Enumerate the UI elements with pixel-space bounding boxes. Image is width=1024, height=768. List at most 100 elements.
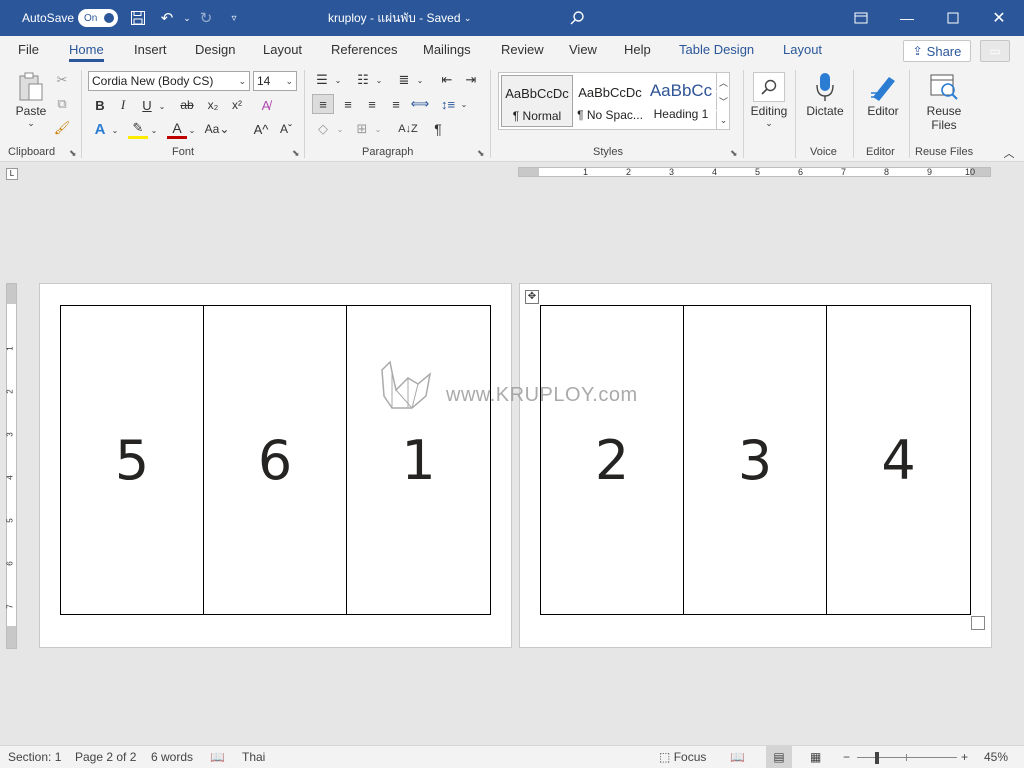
text-effects-dropdown-icon[interactable]: ⌄ bbox=[110, 122, 120, 138]
font-size-box[interactable]: 14 ⌄ bbox=[253, 71, 297, 91]
status-page[interactable]: Page 2 of 2 bbox=[75, 746, 136, 768]
undo-icon[interactable]: ↶ bbox=[157, 0, 177, 36]
read-mode-icon[interactable]: 📖 bbox=[730, 746, 745, 768]
increase-indent-icon[interactable]: ⇥ bbox=[461, 72, 481, 88]
borders-icon[interactable]: ⊞ bbox=[352, 119, 372, 139]
tab-mailings[interactable]: Mailings bbox=[423, 36, 471, 64]
bullets-dropdown-icon[interactable]: ⌄ bbox=[333, 73, 343, 87]
document-title[interactable]: kruploy - แผ่นพับ - Saved ⌄ bbox=[328, 0, 471, 36]
tab-insert[interactable]: Insert bbox=[134, 36, 167, 64]
redo-icon[interactable]: ↻ bbox=[196, 0, 216, 36]
table-move-handle-icon[interactable]: ✥ bbox=[525, 290, 539, 304]
comments-button[interactable]: ▭ bbox=[980, 40, 1010, 62]
table-cell[interactable]: 4 bbox=[827, 306, 970, 614]
editor-button[interactable]: Editor bbox=[860, 70, 906, 118]
paragraph-launcher-icon[interactable]: ⬊ bbox=[477, 148, 485, 159]
table-cell[interactable]: 5 bbox=[61, 306, 204, 614]
decrease-indent-icon[interactable]: ⇤ bbox=[437, 72, 457, 88]
multilevel-list-icon[interactable]: ≣ bbox=[394, 72, 414, 88]
borders-dropdown-icon[interactable]: ⌄ bbox=[373, 122, 383, 136]
maximize-icon[interactable] bbox=[930, 0, 976, 36]
highlight-dropdown-icon[interactable]: ⌄ bbox=[149, 122, 159, 138]
tab-selector[interactable]: L bbox=[6, 168, 18, 180]
font-launcher-icon[interactable]: ⬊ bbox=[292, 148, 300, 159]
italic-icon[interactable]: I bbox=[115, 96, 131, 114]
customize-toolbar-icon[interactable]: ▿ bbox=[224, 0, 244, 36]
styles-scroll-down-icon[interactable]: ﹀ bbox=[716, 92, 730, 110]
tab-review[interactable]: Review bbox=[501, 36, 544, 64]
paste-dropdown-icon[interactable]: ⌄ bbox=[12, 118, 50, 129]
shading-icon[interactable]: ◇ bbox=[312, 119, 334, 139]
reuse-files-button[interactable]: Reuse Files bbox=[918, 70, 970, 132]
align-center-icon[interactable]: ≡ bbox=[338, 94, 358, 114]
proofing-icon[interactable]: 📖 bbox=[210, 746, 225, 768]
document-page-1[interactable]: 5 6 1 bbox=[39, 283, 512, 648]
copy-icon[interactable]: ⧉ bbox=[54, 96, 70, 112]
superscript-icon[interactable]: x² bbox=[228, 96, 246, 114]
text-effects-icon[interactable]: A bbox=[90, 119, 110, 139]
subscript-icon[interactable]: x₂ bbox=[204, 96, 222, 114]
line-spacing-icon[interactable]: ↕≡ bbox=[438, 94, 458, 114]
ribbon-display-icon[interactable] bbox=[838, 0, 884, 36]
show-formatting-icon[interactable]: ¶ bbox=[429, 119, 447, 139]
vertical-ruler[interactable]: 1 2 3 4 5 6 7 bbox=[6, 283, 17, 649]
web-layout-icon[interactable]: ▦ bbox=[810, 746, 821, 768]
zoom-out-icon[interactable]: − bbox=[843, 746, 850, 768]
zoom-level[interactable]: 45% bbox=[984, 746, 1008, 768]
focus-button[interactable]: ⬚ Focus bbox=[659, 746, 706, 768]
align-left-icon[interactable]: ≡ bbox=[312, 94, 334, 114]
clipboard-launcher-icon[interactable]: ⬊ bbox=[69, 148, 77, 159]
table-cell[interactable]: 2 bbox=[541, 306, 684, 614]
undo-dropdown-icon[interactable]: ⌄ bbox=[177, 0, 197, 36]
grow-font-icon[interactable]: A^ bbox=[252, 120, 270, 138]
save-icon[interactable] bbox=[128, 0, 148, 36]
table-cell[interactable]: 6 bbox=[204, 306, 347, 614]
align-right-icon[interactable]: ≡ bbox=[362, 94, 382, 114]
tab-references[interactable]: References bbox=[331, 36, 397, 64]
change-case-icon[interactable]: Aa⌄ bbox=[205, 120, 230, 138]
brochure-table-page-2[interactable]: 2 3 4 bbox=[540, 305, 971, 615]
sort-icon[interactable]: A↓Z bbox=[397, 119, 419, 139]
zoom-slider[interactable] bbox=[857, 757, 957, 758]
font-color-icon[interactable]: A bbox=[167, 119, 187, 139]
zoom-in-icon[interactable]: + bbox=[961, 746, 968, 768]
share-button[interactable]: ⇪ Share bbox=[903, 40, 971, 62]
dictate-button[interactable]: Dictate bbox=[802, 70, 848, 118]
document-page-2[interactable]: 2 3 4 bbox=[519, 283, 992, 648]
tab-home[interactable]: Home bbox=[69, 36, 104, 64]
tab-table-design[interactable]: Table Design bbox=[679, 36, 754, 64]
tab-view[interactable]: View bbox=[569, 36, 597, 64]
table-resize-handle[interactable] bbox=[971, 616, 985, 630]
styles-more-icon[interactable]: ⌄ bbox=[716, 111, 730, 129]
shrink-font-icon[interactable]: Aˇ bbox=[277, 120, 295, 138]
numbering-dropdown-icon[interactable]: ⌄ bbox=[374, 73, 384, 87]
font-name-box[interactable]: Cordia New (Body CS) ⌄ bbox=[88, 71, 250, 91]
underline-dropdown-icon[interactable]: ⌄ bbox=[157, 98, 167, 114]
tab-layout[interactable]: Layout bbox=[263, 36, 302, 64]
status-language[interactable]: Thai bbox=[242, 746, 265, 768]
numbering-icon[interactable]: ☷ bbox=[353, 72, 373, 88]
cut-icon[interactable]: ✂ bbox=[54, 72, 70, 88]
styles-scroll-up-icon[interactable]: ︿ bbox=[716, 73, 730, 91]
brochure-table-page-1[interactable]: 5 6 1 bbox=[60, 305, 491, 615]
style-normal[interactable]: AaBbCcDc ¶ Normal bbox=[501, 75, 573, 127]
bullets-icon[interactable]: ☰ bbox=[312, 72, 332, 88]
close-icon[interactable]: ✕ bbox=[976, 0, 1022, 36]
horizontal-ruler[interactable]: 1 2 3 4 5 6 7 8 9 10 bbox=[518, 167, 991, 177]
paste-button[interactable]: Paste ⌄ bbox=[12, 70, 50, 129]
clear-formatting-icon[interactable]: A̸ bbox=[256, 96, 276, 114]
format-painter-icon[interactable]: 🖌 bbox=[54, 120, 71, 136]
bold-icon[interactable]: B bbox=[92, 96, 108, 114]
print-layout-icon[interactable]: ▤ bbox=[766, 746, 792, 768]
table-cell[interactable]: 3 bbox=[684, 306, 827, 614]
tab-design[interactable]: Design bbox=[195, 36, 235, 64]
minimize-icon[interactable]: — bbox=[884, 0, 930, 36]
underline-icon[interactable]: U bbox=[139, 96, 155, 114]
font-color-dropdown-icon[interactable]: ⌄ bbox=[187, 122, 197, 138]
style-no-spacing[interactable]: AaBbCcDc ¶ No Spac... bbox=[574, 75, 646, 127]
editing-button[interactable]: Editing ⌄ bbox=[749, 70, 789, 129]
status-words[interactable]: 6 words bbox=[151, 746, 193, 768]
zoom-slider-thumb[interactable] bbox=[875, 752, 879, 764]
line-spacing-dropdown-icon[interactable]: ⌄ bbox=[459, 97, 469, 111]
status-section[interactable]: Section: 1 bbox=[8, 746, 61, 768]
